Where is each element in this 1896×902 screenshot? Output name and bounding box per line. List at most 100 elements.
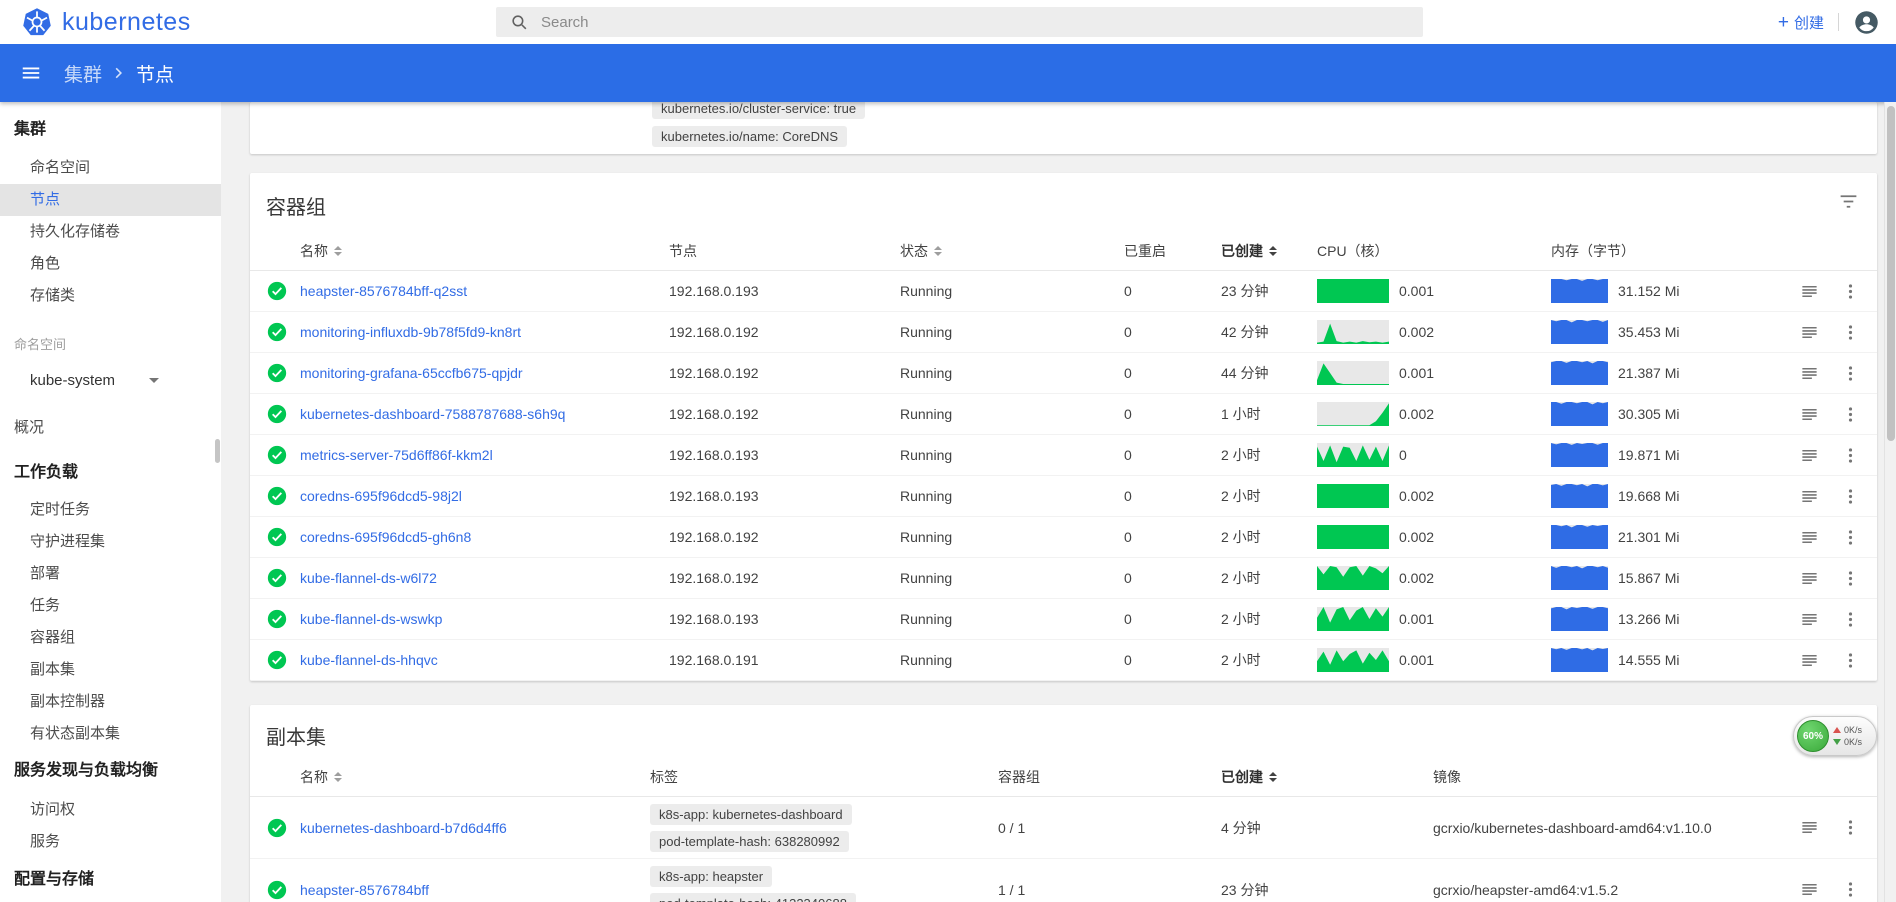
sidebar-item-overview[interactable]: 概况 — [0, 412, 221, 444]
sidebar-section-cluster[interactable]: 集群 — [0, 118, 221, 142]
kebab-menu-icon[interactable] — [1841, 487, 1860, 506]
kubernetes-logo[interactable]: kubernetes — [0, 7, 191, 37]
memory-sparkline — [1551, 320, 1608, 344]
sidebar-scrollbar-thumb[interactable] — [215, 439, 220, 463]
sidebar-item-deployments[interactable]: 部署 — [0, 558, 221, 590]
memory-value: 14.555 Mi — [1618, 652, 1679, 668]
column-header-name[interactable]: 名称 — [300, 767, 650, 787]
sidebar-item-namespaces[interactable]: 命名空间 — [0, 152, 221, 184]
menu-hamburger-icon[interactable] — [20, 62, 42, 84]
logs-icon[interactable] — [1800, 651, 1819, 670]
pod-node: 192.168.0.192 — [669, 529, 900, 545]
logs-icon[interactable] — [1800, 610, 1819, 629]
kebab-menu-icon[interactable] — [1841, 405, 1860, 424]
replicaset-table-row[interactable]: heapster-8576784bff k8s-app: heapsterpod… — [250, 859, 1877, 902]
logs-icon[interactable] — [1800, 323, 1819, 342]
sidebar-item-stateful-sets[interactable]: 有状态副本集 — [0, 718, 221, 750]
sidebar-item-ingresses[interactable]: 访问权 — [0, 794, 221, 826]
search-input[interactable] — [541, 14, 1341, 31]
create-button[interactable]: + 创建 — [1778, 12, 1824, 33]
pod-name-link[interactable]: monitoring-influxdb-9b78f5fd9-kn8rt — [300, 324, 521, 340]
kebab-menu-icon[interactable] — [1841, 569, 1860, 588]
pod-age: 42 分钟 — [1221, 322, 1317, 342]
filter-icon[interactable] — [1838, 191, 1859, 212]
column-header-status[interactable]: 状态 — [900, 241, 1124, 261]
sidebar-item-storage-classes[interactable]: 存储类 — [0, 280, 221, 312]
namespace-select[interactable]: kube-system — [0, 366, 221, 394]
sidebar-section-workloads[interactable]: 工作负载 — [0, 461, 221, 485]
pod-table-row[interactable]: monitoring-grafana-65ccfb675-qpjdr 192.1… — [250, 353, 1877, 394]
pod-table-row[interactable]: coredns-695f96dcd5-gh6n8 192.168.0.192 R… — [250, 517, 1877, 558]
cpu-sparkline — [1317, 279, 1389, 303]
kebab-menu-icon[interactable] — [1841, 818, 1860, 837]
pod-table-row[interactable]: kube-flannel-ds-w6l72 192.168.0.192 Runn… — [250, 558, 1877, 599]
memory-value: 13.266 Mi — [1618, 611, 1679, 627]
logs-icon[interactable] — [1800, 446, 1819, 465]
pod-name-link[interactable]: kube-flannel-ds-w6l72 — [300, 570, 437, 586]
column-header-name[interactable]: 名称 — [300, 241, 669, 261]
pod-name-link[interactable]: heapster-8576784bff-q2sst — [300, 283, 467, 299]
replicaset-name-link[interactable]: heapster-8576784bff — [300, 882, 429, 898]
sidebar-item-cron-jobs[interactable]: 定时任务 — [0, 494, 221, 526]
kebab-menu-icon[interactable] — [1841, 610, 1860, 629]
pod-table-row[interactable]: kube-flannel-ds-hhqvc 192.168.0.191 Runn… — [250, 640, 1877, 681]
pod-name-link[interactable]: metrics-server-75d6ff86f-kkm2l — [300, 447, 493, 463]
pod-name-link[interactable]: monitoring-grafana-65ccfb675-qpjdr — [300, 365, 523, 381]
logs-icon[interactable] — [1800, 405, 1819, 424]
pod-table-row[interactable]: kubernetes-dashboard-7588787688-s6h9q 19… — [250, 394, 1877, 435]
pod-age: 2 小时 — [1221, 445, 1317, 465]
pod-table-row[interactable]: heapster-8576784bff-q2sst 192.168.0.193 … — [250, 271, 1877, 312]
sidebar-item-roles[interactable]: 角色 — [0, 248, 221, 280]
replicaset-table-row[interactable]: kubernetes-dashboard-b7d6d4ff6 k8s-app: … — [250, 797, 1877, 859]
page-scrollbar-thumb[interactable] — [1887, 106, 1895, 441]
logs-icon[interactable] — [1800, 528, 1819, 547]
memory-sparkline — [1551, 566, 1608, 590]
pod-name-link[interactable]: coredns-695f96dcd5-98j2l — [300, 488, 462, 504]
pod-name-link[interactable]: kube-flannel-ds-wswkp — [300, 611, 442, 627]
sidebar-item-persistent-volumes[interactable]: 持久化存储卷 — [0, 216, 221, 248]
breadcrumb-cluster[interactable]: 集群 — [64, 60, 102, 87]
net-speed-widget[interactable]: 60% 0K/s 0K/s — [1793, 716, 1877, 756]
kebab-menu-icon[interactable] — [1841, 446, 1860, 465]
sidebar-section-discovery[interactable]: 服务发现与负载均衡 — [0, 759, 221, 783]
kebab-menu-icon[interactable] — [1841, 282, 1860, 301]
breadcrumb: 集群 节点 — [64, 60, 174, 87]
kebab-menu-icon[interactable] — [1841, 651, 1860, 670]
sidebar-item-daemon-sets[interactable]: 守护进程集 — [0, 526, 221, 558]
logs-icon[interactable] — [1800, 364, 1819, 383]
logs-icon[interactable] — [1800, 818, 1819, 837]
column-header-created[interactable]: 已创建 — [1221, 241, 1317, 261]
kebab-menu-icon[interactable] — [1841, 880, 1860, 899]
plus-icon: + — [1778, 15, 1789, 30]
column-header-restarts[interactable]: 已重启 — [1124, 241, 1221, 261]
sidebar-item-pods[interactable]: 容器组 — [0, 622, 221, 654]
kebab-menu-icon[interactable] — [1841, 364, 1860, 383]
pod-table-row[interactable]: metrics-server-75d6ff86f-kkm2l 192.168.0… — [250, 435, 1877, 476]
logs-icon[interactable] — [1800, 487, 1819, 506]
column-header-created[interactable]: 已创建 — [1221, 767, 1433, 787]
pod-name-link[interactable]: coredns-695f96dcd5-gh6n8 — [300, 529, 471, 545]
kebab-menu-icon[interactable] — [1841, 323, 1860, 342]
sidebar-section-config-storage[interactable]: 配置与存储 — [0, 868, 221, 892]
kebab-menu-icon[interactable] — [1841, 528, 1860, 547]
column-header-node[interactable]: 节点 — [669, 241, 900, 261]
sidebar-item-services[interactable]: 服务 — [0, 826, 221, 858]
pod-table-row[interactable]: kube-flannel-ds-wswkp 192.168.0.193 Runn… — [250, 599, 1877, 640]
sidebar-item-replication-controllers[interactable]: 副本控制器 — [0, 686, 221, 718]
sidebar-item-jobs[interactable]: 任务 — [0, 590, 221, 622]
user-avatar-icon[interactable] — [1853, 9, 1880, 36]
replicaset-name-link[interactable]: kubernetes-dashboard-b7d6d4ff6 — [300, 820, 507, 836]
sidebar-item-replica-sets[interactable]: 副本集 — [0, 654, 221, 686]
logs-icon[interactable] — [1800, 569, 1819, 588]
pod-table-row[interactable]: coredns-695f96dcd5-98j2l 192.168.0.193 R… — [250, 476, 1877, 517]
logs-icon[interactable] — [1800, 880, 1819, 899]
memory-value: 15.867 Mi — [1618, 570, 1679, 586]
replicaset-label-chips: k8s-app: heapsterpod-template-hash: 4132… — [650, 866, 998, 902]
logs-icon[interactable] — [1800, 282, 1819, 301]
pod-table-row[interactable]: monitoring-influxdb-9b78f5fd9-kn8rt 192.… — [250, 312, 1877, 353]
pod-name-link[interactable]: kube-flannel-ds-hhqvc — [300, 652, 438, 668]
cpu-value: 0.001 — [1399, 283, 1434, 299]
sidebar-item-nodes[interactable]: 节点 — [0, 184, 221, 216]
memory-sparkline — [1551, 525, 1608, 549]
pod-name-link[interactable]: kubernetes-dashboard-7588787688-s6h9q — [300, 406, 565, 422]
